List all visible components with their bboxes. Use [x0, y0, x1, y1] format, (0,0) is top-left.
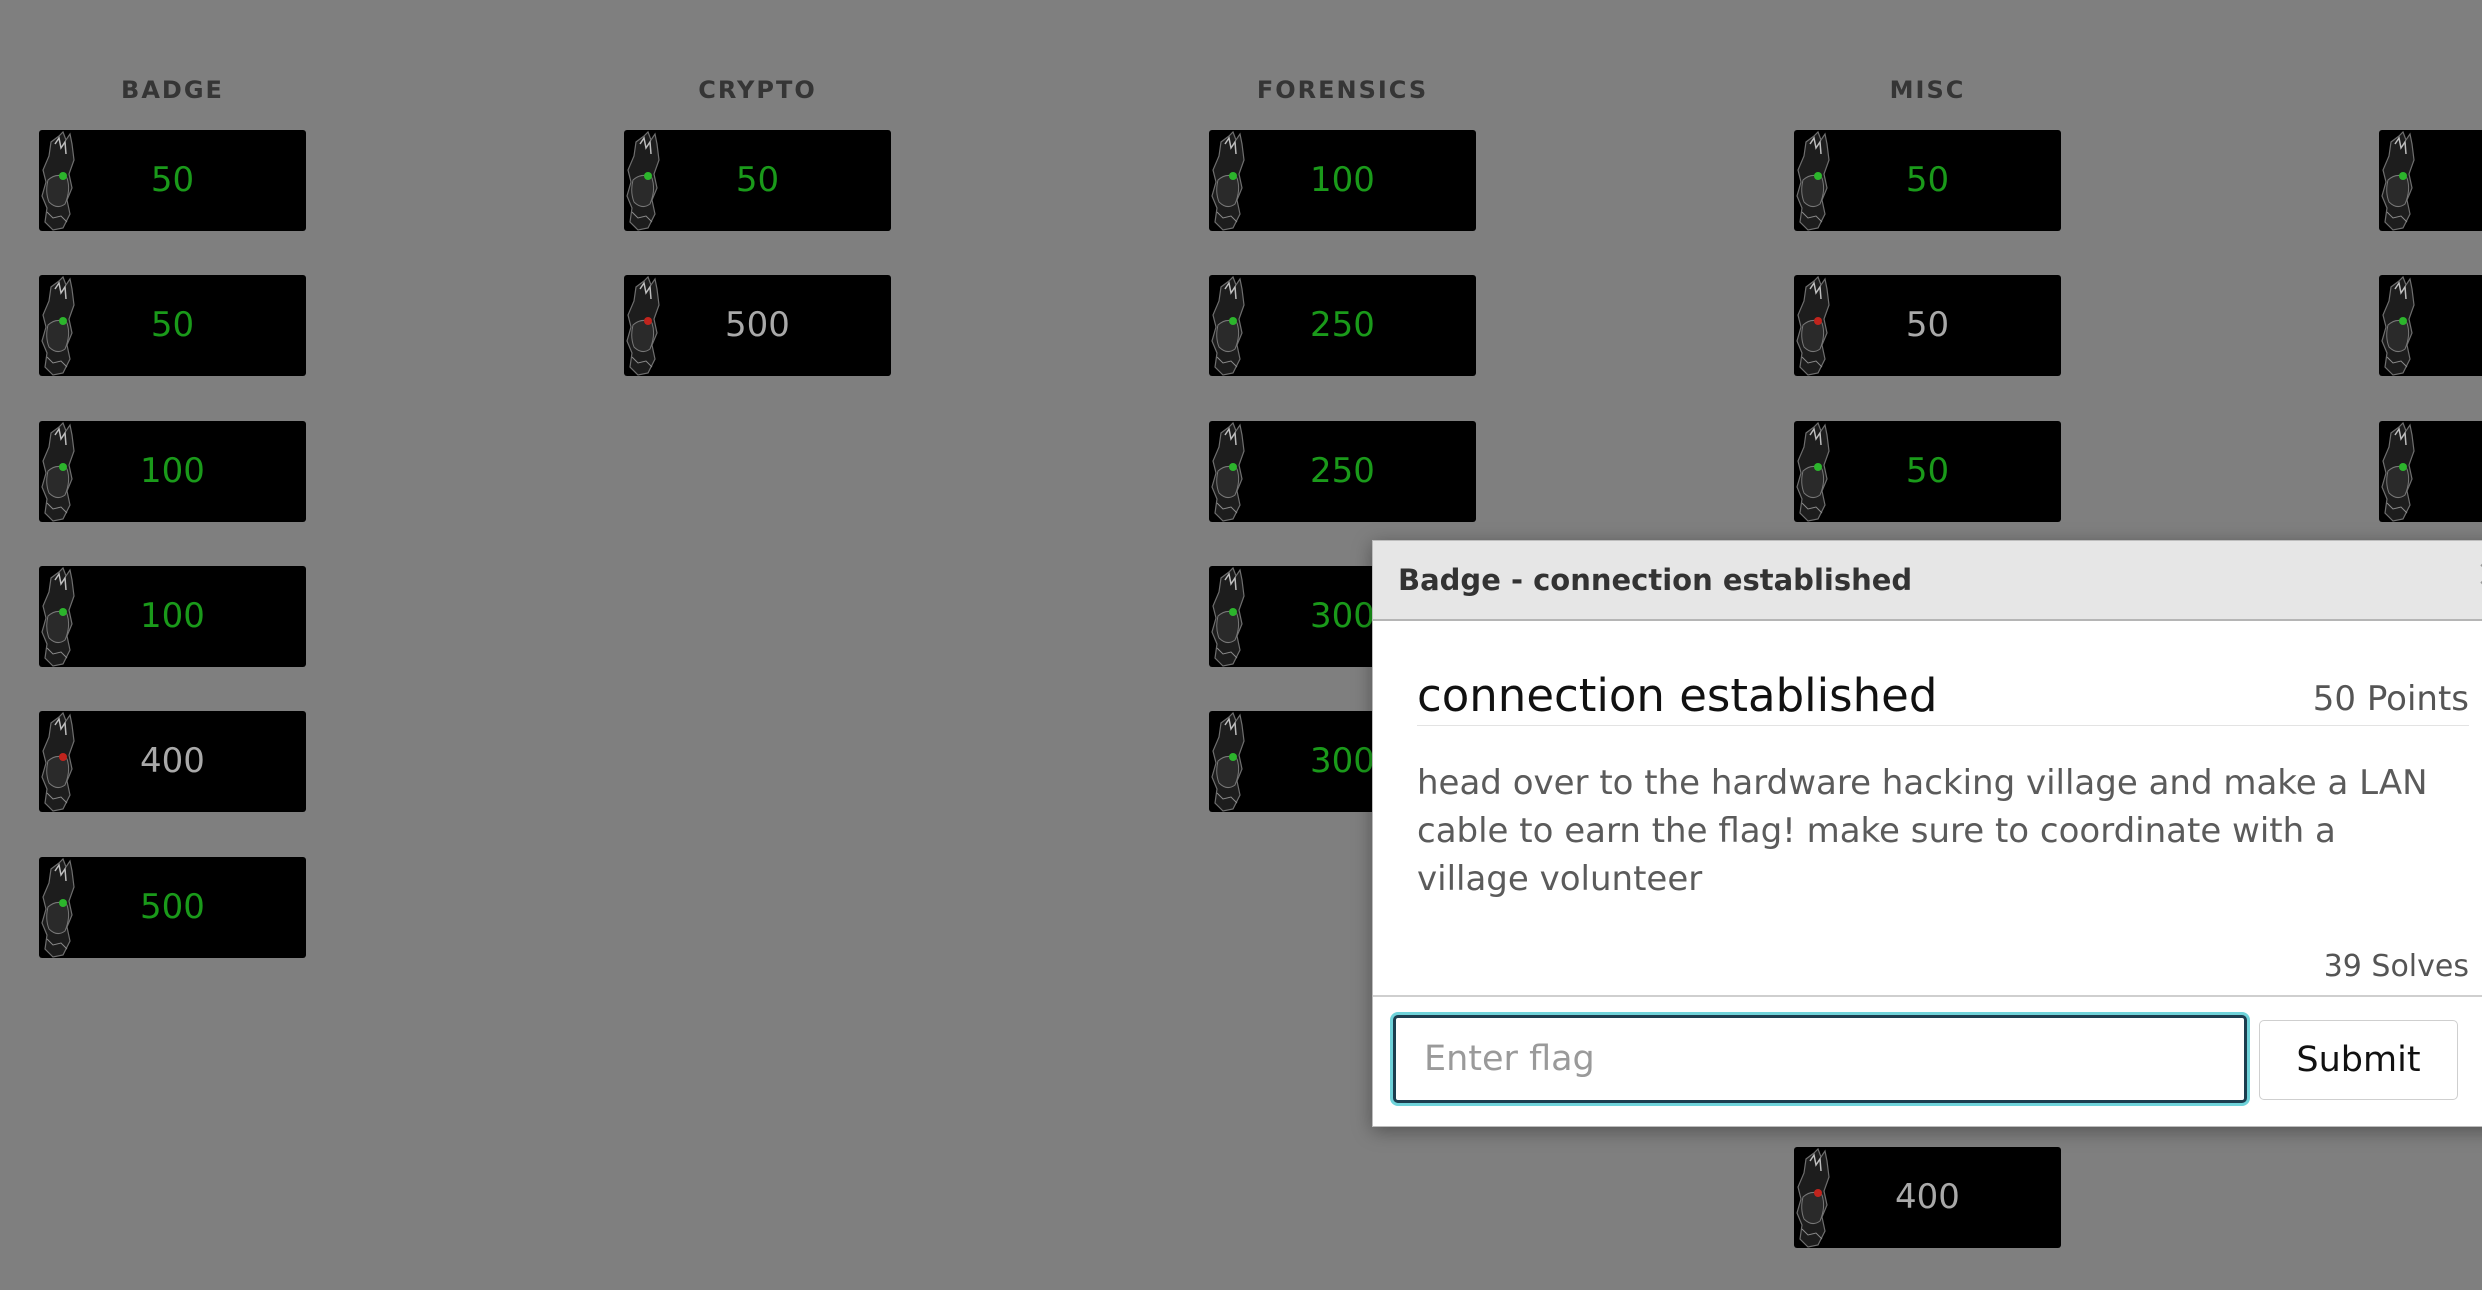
challenge-points-label: 400 — [1895, 1177, 1960, 1217]
challenge-points-label: 400 — [140, 741, 205, 781]
challenge-tile[interactable] — [2379, 421, 2482, 522]
submit-button[interactable]: Submit — [2259, 1020, 2458, 1100]
challenge-tile[interactable]: 500 — [39, 857, 306, 958]
flag-input[interactable] — [1393, 1015, 2247, 1103]
challenge-points-label: 100 — [1310, 160, 1375, 200]
challenge-points-label — [2379, 130, 2482, 231]
challenge-points-label: 50 — [150, 160, 195, 200]
solves-count[interactable]: 39 Solves — [2324, 949, 2469, 984]
challenge-tile[interactable] — [2379, 130, 2482, 231]
category-title: MISC — [1889, 76, 1966, 104]
challenge-tile[interactable]: 100 — [1209, 130, 1476, 231]
challenge-tile[interactable]: 100 — [39, 421, 306, 522]
close-button[interactable]: × — [2475, 553, 2482, 593]
challenge-points-label: 50 — [1905, 160, 1950, 200]
category-title: PR — [2379, 72, 2482, 108]
challenge-tile[interactable]: 50 — [39, 275, 306, 376]
challenge-tile[interactable]: 250 — [1209, 275, 1476, 376]
category-crypto: CRYPTO — [624, 72, 891, 108]
challenge-tile[interactable]: 400 — [39, 711, 306, 812]
challenge-points-label: 50 — [1905, 451, 1950, 491]
challenge-tile[interactable]: 250 — [1209, 421, 1476, 522]
challenge-points-label: 50 — [735, 160, 780, 200]
challenge-points-label: 50 — [1905, 305, 1950, 345]
challenge-points-label: 100 — [140, 596, 205, 636]
challenge-tile[interactable]: 100 — [39, 566, 306, 667]
divider — [1417, 725, 2469, 726]
challenge-points: 50 Points — [2312, 679, 2469, 719]
challenge-points-label: 50 — [150, 305, 195, 345]
modal-title: Badge - connection established — [1398, 563, 1913, 597]
challenge-name: connection established — [1417, 669, 1938, 722]
category-misc: MISC — [1794, 72, 2061, 108]
challenge-tile[interactable] — [2379, 275, 2482, 376]
category-badge: BADGE — [39, 72, 306, 108]
challenge-points-label: 250 — [1310, 305, 1375, 345]
challenge-tile[interactable]: 50 — [1794, 130, 2061, 231]
challenge-modal: Badge - connection established × connect… — [1372, 540, 2482, 1127]
challenge-points-label: 250 — [1310, 451, 1375, 491]
challenge-description: head over to the hardware hacking villag… — [1417, 763, 2428, 899]
challenge-points-label: 500 — [725, 305, 790, 345]
modal-header: Badge - connection established × — [1373, 541, 2482, 621]
challenge-points-label: 500 — [140, 887, 205, 927]
category-forensics: FORENSICS — [1209, 72, 1476, 108]
challenge-tile[interactable]: 50 — [1794, 421, 2061, 522]
challenge-tile[interactable]: 50 — [1794, 275, 2061, 376]
category-title: BADGE — [121, 76, 224, 104]
challenge-tile[interactable]: 500 — [624, 275, 891, 376]
category-title: CRYPTO — [698, 76, 817, 104]
footer-divider — [1373, 995, 2482, 997]
challenge-points-label: 100 — [140, 451, 205, 491]
challenge-tile[interactable]: 400 — [1794, 1147, 2061, 1248]
category-title: FORENSICS — [1256, 76, 1429, 104]
challenge-points-label — [2379, 421, 2482, 522]
category-partial: PR — [2379, 72, 2482, 108]
challenge-tile[interactable]: 50 — [39, 130, 306, 231]
challenge-points-label — [2379, 275, 2482, 376]
challenge-tile[interactable]: 50 — [624, 130, 891, 231]
